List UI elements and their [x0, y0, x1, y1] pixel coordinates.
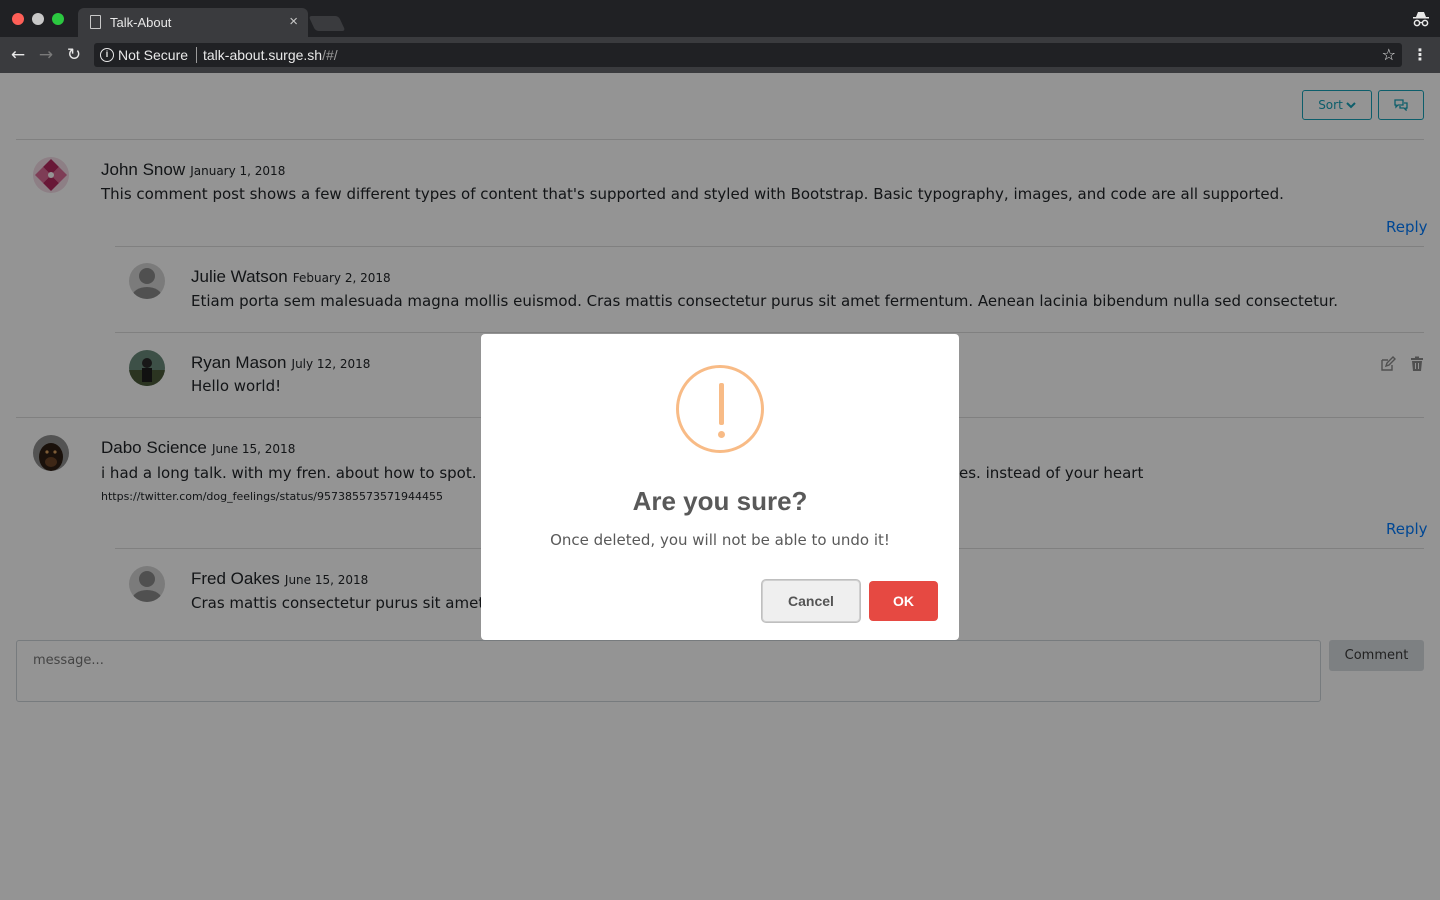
address-bar[interactable]: i Not Secure talk-about.surge.sh/#/ ☆	[94, 43, 1402, 67]
address-separator	[196, 47, 197, 63]
confirm-dialog: Are you sure? Once deleted, you will not…	[481, 334, 959, 640]
new-tab-button[interactable]	[308, 16, 346, 31]
minimize-window-button[interactable]	[32, 13, 44, 25]
browser-toolbar: ← → ↻ i Not Secure talk-about.surge.sh/#…	[0, 37, 1440, 73]
tab-close-icon[interactable]: ×	[289, 14, 298, 29]
maximize-window-button[interactable]	[52, 13, 64, 25]
browser-menu-icon[interactable]: ⋮	[1412, 45, 1428, 65]
warning-icon	[676, 365, 764, 453]
page-icon	[90, 15, 101, 29]
info-icon[interactable]: i	[100, 48, 114, 62]
reload-icon[interactable]: ↻	[64, 45, 84, 65]
ok-button[interactable]: OK	[869, 581, 938, 621]
url-text: talk-about.surge.sh/#/	[203, 47, 338, 63]
back-arrow-icon[interactable]: ←	[8, 45, 28, 65]
dialog-text: Once deleted, you will not be able to un…	[550, 531, 890, 549]
tab-title: Talk-About	[110, 15, 172, 30]
security-label: Not Secure	[118, 47, 189, 63]
browser-tab[interactable]: Talk-About ×	[78, 8, 308, 37]
close-window-button[interactable]	[12, 13, 24, 25]
dialog-title: Are you sure?	[632, 486, 808, 516]
browser-titlebar: Talk-About ×	[0, 0, 1440, 37]
forward-arrow-icon[interactable]: →	[36, 45, 56, 65]
incognito-icon	[1413, 12, 1429, 27]
cancel-button[interactable]: Cancel	[762, 580, 860, 622]
bookmark-star-icon[interactable]: ☆	[1382, 45, 1396, 64]
